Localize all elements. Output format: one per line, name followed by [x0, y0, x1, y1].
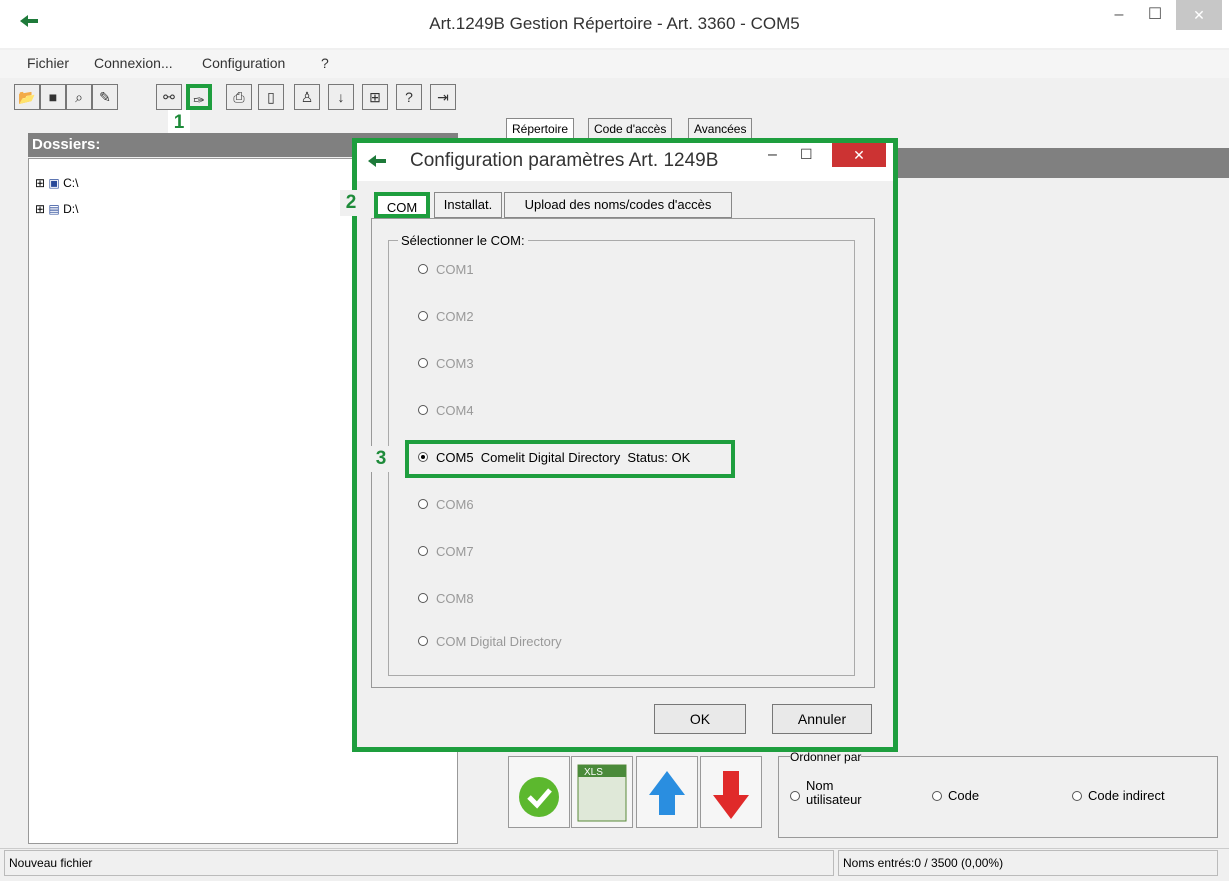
printer-icon[interactable]: ⎙	[226, 84, 252, 110]
radio-com5[interactable]	[418, 452, 428, 462]
list-header	[894, 148, 1229, 178]
tab-code-acces[interactable]: Code d'accès	[588, 118, 673, 140]
wrench-icon[interactable]: ✑	[186, 84, 212, 110]
upload-button[interactable]	[636, 756, 698, 828]
tree-item-c[interactable]: ⊞ ▣ C:\	[35, 176, 78, 190]
radio-com-digital[interactable]	[418, 636, 428, 646]
drive-icon: ▤	[48, 202, 60, 216]
help-icon[interactable]: ?	[396, 84, 422, 110]
radio-com2[interactable]	[418, 311, 428, 321]
close-button[interactable]: ✕	[1176, 0, 1222, 30]
dialog-logo-icon	[366, 150, 388, 175]
menu-bar	[0, 50, 1229, 78]
download-button[interactable]	[700, 756, 762, 828]
radio-com8[interactable]	[418, 593, 428, 603]
drive-label: C:\	[63, 176, 79, 190]
radio-com7[interactable]	[418, 546, 428, 556]
com1-label: COM1	[436, 262, 474, 277]
com-group-label: Sélectionner le COM:	[398, 233, 528, 248]
dialog-title: Configuration paramètres Art. 1249B	[410, 150, 719, 171]
annotation-3: 3	[370, 446, 392, 472]
person-icon[interactable]: ♙	[294, 84, 320, 110]
expand-icon[interactable]: ⊞	[35, 202, 45, 216]
tab-repertoire[interactable]: Répertoire	[506, 118, 575, 140]
radio-code[interactable]	[932, 791, 942, 801]
dossiers-title: Dossiers:	[32, 136, 101, 153]
card-icon[interactable]: ▯	[258, 84, 284, 110]
com2-label: COM2	[436, 309, 474, 324]
tab-installat[interactable]: Installat.	[434, 192, 502, 218]
com3-label: COM3	[436, 356, 474, 371]
annotation-2: 2	[340, 190, 362, 216]
radio-com1[interactable]	[418, 264, 428, 274]
com5-label: COM5 Comelit Digital Directory Status: O…	[436, 450, 691, 465]
radio-code-indirect-label: Code indirect	[1088, 788, 1165, 803]
connect-icon[interactable]: ⚯	[156, 84, 182, 110]
validate-button[interactable]	[508, 756, 570, 828]
plus-icon[interactable]: ⊞	[362, 84, 388, 110]
tab-avancees[interactable]: Avancées	[688, 118, 753, 140]
radio-code-label: Code	[948, 788, 980, 803]
order-label: Ordonner par	[790, 750, 862, 764]
ok-button[interactable]: OK	[654, 704, 746, 734]
search-icon[interactable]: ⌕	[66, 84, 92, 110]
radio-nom-label: Nom utilisateur	[806, 778, 862, 807]
com8-label: COM8	[436, 591, 474, 606]
svg-text:XLS: XLS	[584, 767, 603, 778]
dialog-close-button[interactable]: ✕	[832, 143, 886, 167]
erase-icon[interactable]: ✎	[92, 84, 118, 110]
sort-az-icon[interactable]: ↓	[328, 84, 354, 110]
tab-com[interactable]: COM	[374, 192, 430, 218]
dialog-maximize-button[interactable]: ☐	[800, 146, 813, 163]
window-title: Art.1249B Gestion Répertoire - Art. 3360…	[429, 14, 800, 33]
radio-com6[interactable]	[418, 499, 428, 509]
menu-fichier[interactable]: Fichier	[27, 55, 69, 71]
com6-label: COM6	[436, 497, 474, 512]
minimize-button[interactable]: –	[1104, 0, 1134, 30]
expand-icon[interactable]: ⊞	[35, 176, 45, 190]
open-folder-icon[interactable]: 📂	[14, 84, 40, 110]
menu-help[interactable]: ?	[321, 55, 329, 71]
exit-icon[interactable]: ⇥	[430, 84, 456, 110]
cancel-button[interactable]: Annuler	[772, 704, 872, 734]
radio-com3[interactable]	[418, 358, 428, 368]
tab-upload[interactable]: Upload des noms/codes d'accès	[504, 192, 732, 218]
radio-nom[interactable]	[790, 791, 800, 801]
menu-connexion[interactable]: Connexion...	[94, 55, 173, 71]
menu-configuration[interactable]: Configuration	[202, 55, 285, 71]
drive-label: D:\	[63, 202, 79, 216]
com7-label: COM7	[436, 544, 474, 559]
maximize-button[interactable]: ☐	[1140, 0, 1170, 30]
radio-com4[interactable]	[418, 405, 428, 415]
tree-item-d[interactable]: ⊞ ▤ D:\	[35, 202, 78, 216]
status-left: Nouveau fichier	[4, 850, 834, 876]
status-right: Noms entrés:0 / 3500 (0,00%)	[838, 850, 1218, 876]
dialog-minimize-button[interactable]: –	[768, 146, 777, 164]
computer-icon: ▣	[48, 176, 60, 190]
save-icon[interactable]: ■	[40, 84, 66, 110]
radio-code-indirect[interactable]	[1072, 791, 1082, 801]
com4-label: COM4	[436, 403, 474, 418]
com-digital-label: COM Digital Directory	[436, 634, 562, 649]
xls-export-button[interactable]: XLS	[571, 756, 633, 828]
